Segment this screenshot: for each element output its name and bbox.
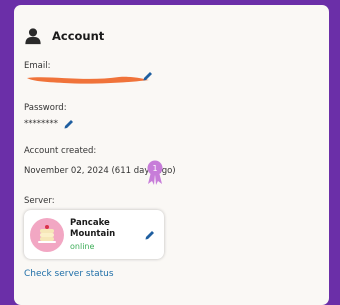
edit-email-icon[interactable] — [142, 70, 154, 82]
badge-number: 1 — [152, 164, 157, 173]
password-label: Password: — [24, 103, 67, 113]
server-name-line2: Mountain — [70, 228, 116, 239]
created-label: Account created: — [24, 146, 97, 156]
server-avatar — [30, 217, 64, 252]
server-name-line1: Pancake — [70, 217, 110, 228]
ribbon-badge-icon: 1 — [147, 160, 163, 185]
server-info: Pancake Mountain online — [70, 218, 115, 252]
person-icon — [25, 28, 41, 45]
account-header: Account — [24, 27, 104, 45]
email-label: Email: — [24, 61, 51, 71]
server-card[interactable]: Pancake Mountain online — [24, 210, 164, 259]
pancake-icon — [38, 224, 56, 243]
server-status: online — [70, 241, 95, 251]
password-value: ******** — [24, 119, 58, 129]
server-label: Server: — [24, 196, 55, 206]
edit-server-icon[interactable] — [144, 229, 156, 241]
page-title: Account — [52, 29, 105, 43]
password-row: ******** — [24, 118, 75, 130]
check-server-status-link[interactable]: Check server status — [24, 269, 114, 279]
account-panel: Account Email: Password: ******** Accoun… — [14, 5, 329, 305]
edit-password-icon[interactable] — [63, 118, 75, 130]
email-redaction — [27, 76, 149, 84]
